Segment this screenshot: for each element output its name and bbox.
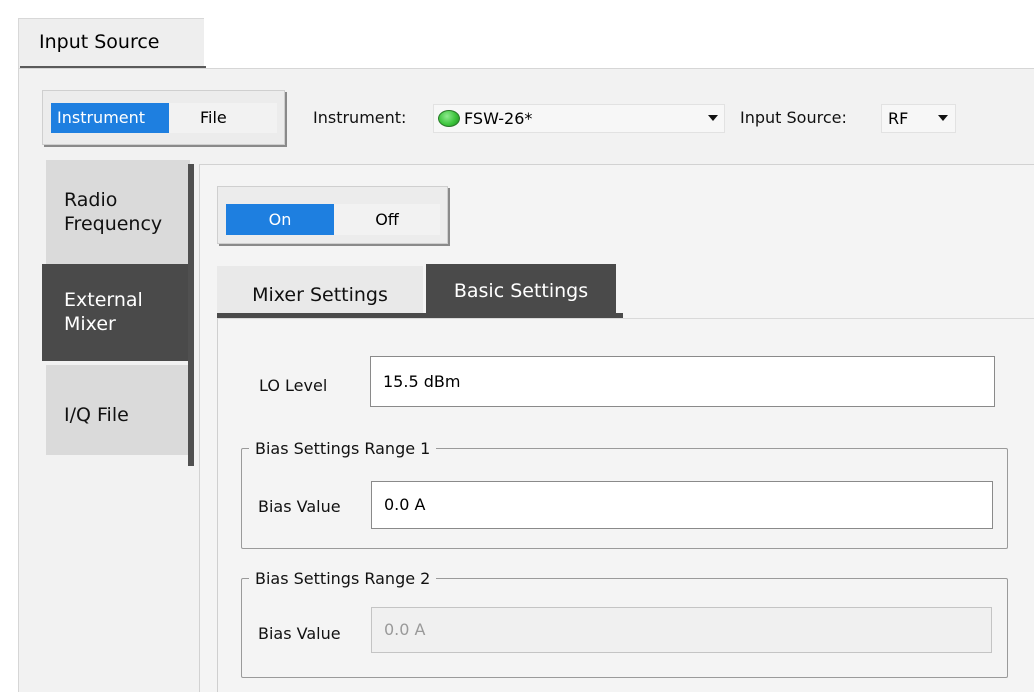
bias-range-1-title: Bias Settings Range 1 [249, 439, 437, 458]
instrument-dropdown[interactable]: FSW-26* [433, 104, 725, 133]
side-tab-bar: Radio Frequency External Mixer I/Q File [42, 160, 198, 465]
instrument-label: Instrument: [313, 108, 407, 127]
side-tab-iq-file[interactable]: I/Q File [46, 365, 190, 455]
chevron-down-icon [708, 115, 718, 121]
state-on-button[interactable]: On [226, 204, 334, 235]
bias-value-1-input[interactable]: 0.0 A [371, 481, 993, 529]
source-file-button[interactable]: File [169, 103, 277, 133]
side-tab-label: External [64, 289, 143, 311]
bias-value-2-input: 0.0 A [371, 607, 992, 653]
side-tab-rail [188, 164, 194, 466]
tab-basic-settings[interactable]: Basic Settings [426, 264, 616, 314]
instrument-value: FSW-26* [464, 109, 533, 128]
tab-mixer-settings[interactable]: Mixer Settings [217, 266, 423, 318]
lo-level-input[interactable]: 15.5 dBm [370, 356, 995, 407]
bias-value-1-label: Bias Value [258, 497, 341, 516]
connection-status-icon [438, 110, 460, 127]
side-tab-external-mixer[interactable]: External Mixer [42, 264, 194, 361]
tab-input-source[interactable]: Input Source [18, 18, 204, 68]
state-toggle: On Off [217, 186, 448, 244]
side-tab-label: I/Q File [64, 404, 129, 426]
chevron-down-icon [938, 115, 948, 121]
bias-value-2-label: Bias Value [258, 624, 341, 643]
input-source-label: Input Source: [740, 108, 847, 127]
side-tab-label: Radio [64, 189, 118, 211]
bias-range-2-title: Bias Settings Range 2 [249, 569, 437, 588]
side-tab-radio-frequency[interactable]: Radio Frequency [46, 160, 190, 264]
side-tab-label: Frequency [64, 213, 163, 235]
source-toggle: Instrument File [42, 90, 285, 145]
lo-level-label: LO Level [259, 376, 328, 395]
source-instrument-button[interactable]: Instrument [51, 103, 169, 133]
input-source-dropdown[interactable]: RF [881, 104, 956, 133]
state-off-button[interactable]: Off [334, 204, 440, 235]
input-source-value: RF [888, 109, 909, 128]
side-tab-label: Mixer [64, 313, 116, 335]
